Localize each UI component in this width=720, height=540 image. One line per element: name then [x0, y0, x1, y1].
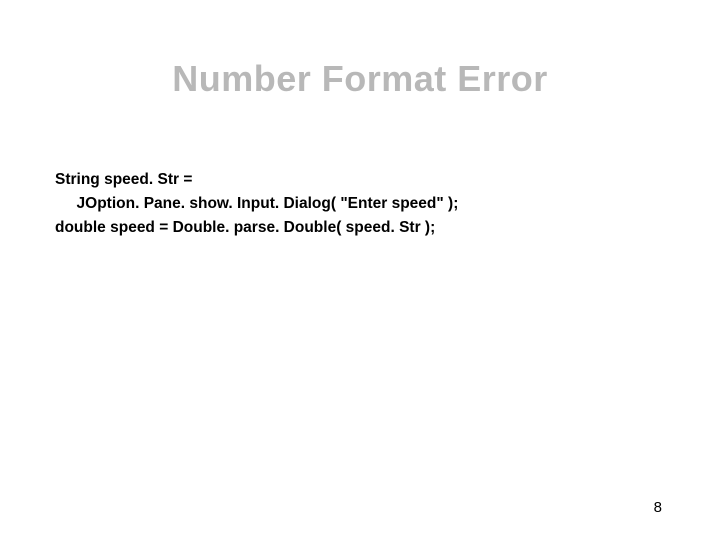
slide-title: Number Format Error — [0, 58, 720, 100]
code-line-3: double speed = Double. parse. Double( sp… — [55, 219, 435, 236]
code-line-1: String speed. Str = — [55, 171, 192, 188]
code-line-2: JOption. Pane. show. Input. Dialog( "Ent… — [55, 195, 458, 212]
page-number: 8 — [654, 499, 662, 516]
slide: Number Format Error String speed. Str = … — [0, 0, 720, 540]
code-block: String speed. Str = JOption. Pane. show.… — [55, 168, 458, 240]
